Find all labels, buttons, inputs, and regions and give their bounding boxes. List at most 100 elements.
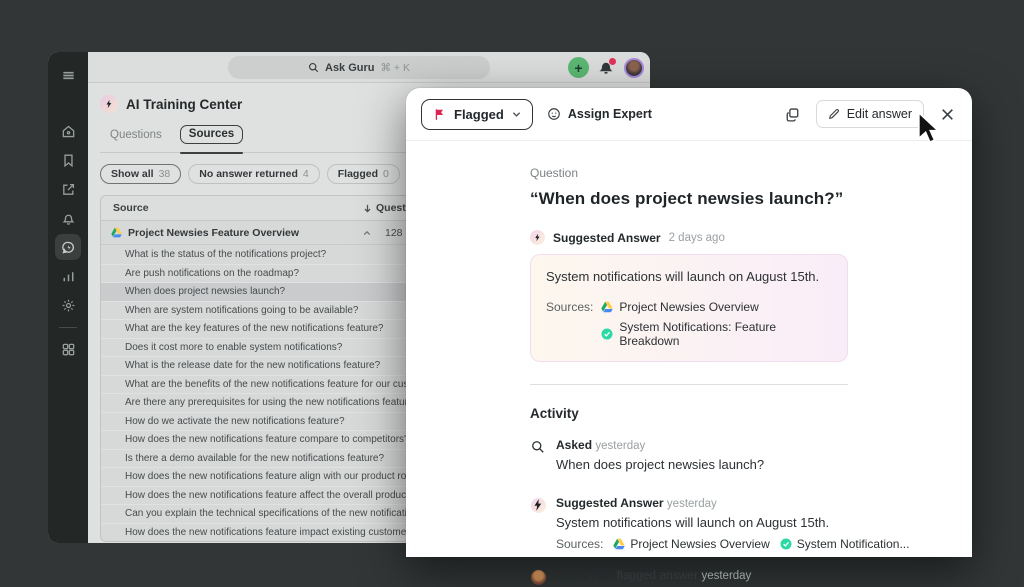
compose-icon[interactable]	[55, 176, 81, 202]
column-source[interactable]: Source	[101, 202, 149, 214]
bolt-icon	[531, 498, 546, 513]
suggested-answer-card: System notifications will launch on Augu…	[530, 254, 848, 362]
activity-item-head: Davis Hall flagged answer yesterday	[556, 568, 751, 582]
source-link-project-newsies-overview[interactable]: Project Newsies Overview	[601, 300, 832, 314]
question-text: What are the benefits of the new notific…	[125, 379, 445, 390]
filter-pill-flagged[interactable]: Flagged 0	[327, 164, 400, 184]
sidebar-divider	[59, 327, 77, 328]
question-text: What is the status of the notifications …	[125, 249, 326, 260]
edit-answer-button[interactable]: Edit answer	[816, 100, 924, 128]
activity-time: yesterday	[701, 570, 751, 582]
chevron-down-icon	[512, 110, 521, 119]
filter-pill-no-answer-returned[interactable]: No answer returned4	[188, 164, 319, 184]
bolt-icon	[100, 95, 118, 113]
search-icon	[531, 440, 545, 454]
flagged-label: Flagged	[454, 107, 504, 122]
source-link-label: System Notifications: Feature Breakdown	[619, 320, 832, 348]
activity-title: Activity	[530, 406, 848, 421]
apps-grid-icon[interactable]	[55, 336, 81, 362]
sources-label: Sources:	[546, 300, 593, 348]
source-link-project-newsies-overview[interactable]: Project Newsies Overview	[613, 537, 769, 551]
activity-time: yesterday	[595, 440, 645, 452]
home-icon[interactable]	[55, 118, 81, 144]
section-divider	[530, 384, 848, 385]
google-drive-icon	[111, 227, 122, 238]
tab-questions[interactable]: Questions	[110, 129, 162, 141]
source-link-label: Project Newsies Overview	[630, 537, 769, 551]
question-text: What are the key features of the new not…	[125, 323, 383, 334]
activity-sources: Sources: Project Newsies Overview System N…	[556, 537, 909, 551]
user-avatar[interactable]	[624, 58, 644, 78]
bell-icon[interactable]	[598, 59, 615, 77]
activity-actor: Asked	[556, 438, 592, 452]
search-label: Ask Guru	[325, 62, 375, 74]
verified-check-icon	[601, 328, 613, 340]
activity-item-content: Suggested Answer yesterday System notific…	[556, 496, 909, 551]
filter-label: Flagged	[338, 168, 378, 180]
activity-actor: Suggested Answer	[556, 496, 664, 510]
suggested-answer-label: Suggested Answer	[553, 231, 661, 245]
activity-item-head: Asked yesterday	[556, 438, 764, 452]
bookmark-icon[interactable]	[55, 147, 81, 173]
chat-bubble-icon[interactable]	[55, 234, 81, 260]
question-text: Does it cost more to enable system notif…	[125, 342, 342, 353]
source-link-system-notifications-feature-breakdown[interactable]: System Notifications: Feature Breakdown	[601, 320, 832, 348]
gear-icon[interactable]	[55, 292, 81, 318]
tab-sources[interactable]: Sources	[180, 125, 243, 144]
activity-body: When does project newsies launch?	[556, 457, 764, 472]
sort-down-icon	[363, 204, 372, 213]
activity-body: System notifications will launch on Augu…	[556, 515, 909, 530]
flagged-status-dropdown[interactable]: Flagged	[421, 99, 533, 130]
flag-icon	[433, 108, 446, 121]
search-icon	[308, 62, 319, 73]
filter-count: 0	[383, 168, 389, 180]
bar-chart-icon[interactable]	[55, 263, 81, 289]
verified-check-icon	[780, 538, 792, 550]
activity-item-icon	[530, 569, 546, 585]
pencil-icon	[828, 108, 840, 120]
activity-list: Asked yesterday When does project newsies…	[530, 438, 848, 587]
suggested-answer-time: 2 days ago	[669, 232, 725, 244]
question-text: When are system notifications going to b…	[125, 305, 358, 316]
filter-count: 38	[159, 168, 171, 180]
activity-item-content: Davis Hall flagged answer yesterday	[556, 568, 751, 587]
question-text: How does the new notifications feature a…	[125, 471, 442, 482]
question-text: Is there a demo available for the new no…	[125, 453, 384, 464]
desktop-background: { "colors": { "flag_red": "#E0234E", "ch…	[0, 0, 1024, 557]
filter-pill-show-all[interactable]: Show all38	[100, 164, 181, 184]
source-link-system-notification[interactable]: System Notification...	[780, 537, 910, 551]
activity-item-icon	[530, 439, 546, 455]
google-drive-icon	[601, 301, 613, 313]
question-label: Question	[530, 166, 848, 180]
assign-expert-icon	[547, 107, 561, 121]
search-shortcut: ⌘ + K	[381, 62, 410, 74]
assign-expert-label: Assign Expert	[568, 107, 652, 121]
activity-item-icon	[530, 497, 546, 513]
menu-icon[interactable]	[55, 62, 81, 88]
page-title: AI Training Center	[126, 97, 242, 112]
copy-icon[interactable]	[783, 105, 802, 124]
chevron-up-icon[interactable]	[363, 229, 371, 237]
answer-sources: Sources: Project Newsies Overview System …	[546, 300, 832, 348]
assign-expert-button[interactable]: Assign Expert	[547, 107, 652, 121]
source-link-label: Project Newsies Overview	[619, 300, 758, 314]
question-title: “When does project newsies launch?”	[530, 189, 848, 209]
activity-actor: Davis Hall	[556, 568, 613, 582]
google-drive-icon	[613, 538, 625, 550]
edit-answer-label: Edit answer	[847, 107, 912, 121]
question-text: When does project newsies launch?	[125, 286, 285, 297]
bolt-icon	[530, 230, 545, 245]
plus-icon[interactable]: +	[568, 57, 589, 78]
question-text: How does the new notifications feature c…	[125, 434, 452, 445]
activity-item: Asked yesterday When does project newsies…	[530, 438, 848, 479]
answer-sources-list: Project Newsies Overview System Notificat…	[601, 300, 832, 348]
search-input[interactable]: Ask Guru ⌘ + K	[228, 56, 490, 79]
close-icon[interactable]	[938, 105, 957, 124]
sources-label: Sources:	[556, 537, 603, 551]
filter-label: No answer returned	[199, 168, 298, 180]
question-text: Are there any prerequisites for using th…	[125, 397, 419, 408]
activity-action: flagged answer	[613, 568, 698, 582]
user-avatar	[531, 570, 546, 585]
bell-icon[interactable]	[55, 205, 81, 231]
activity-item-head: Suggested Answer yesterday	[556, 496, 909, 510]
